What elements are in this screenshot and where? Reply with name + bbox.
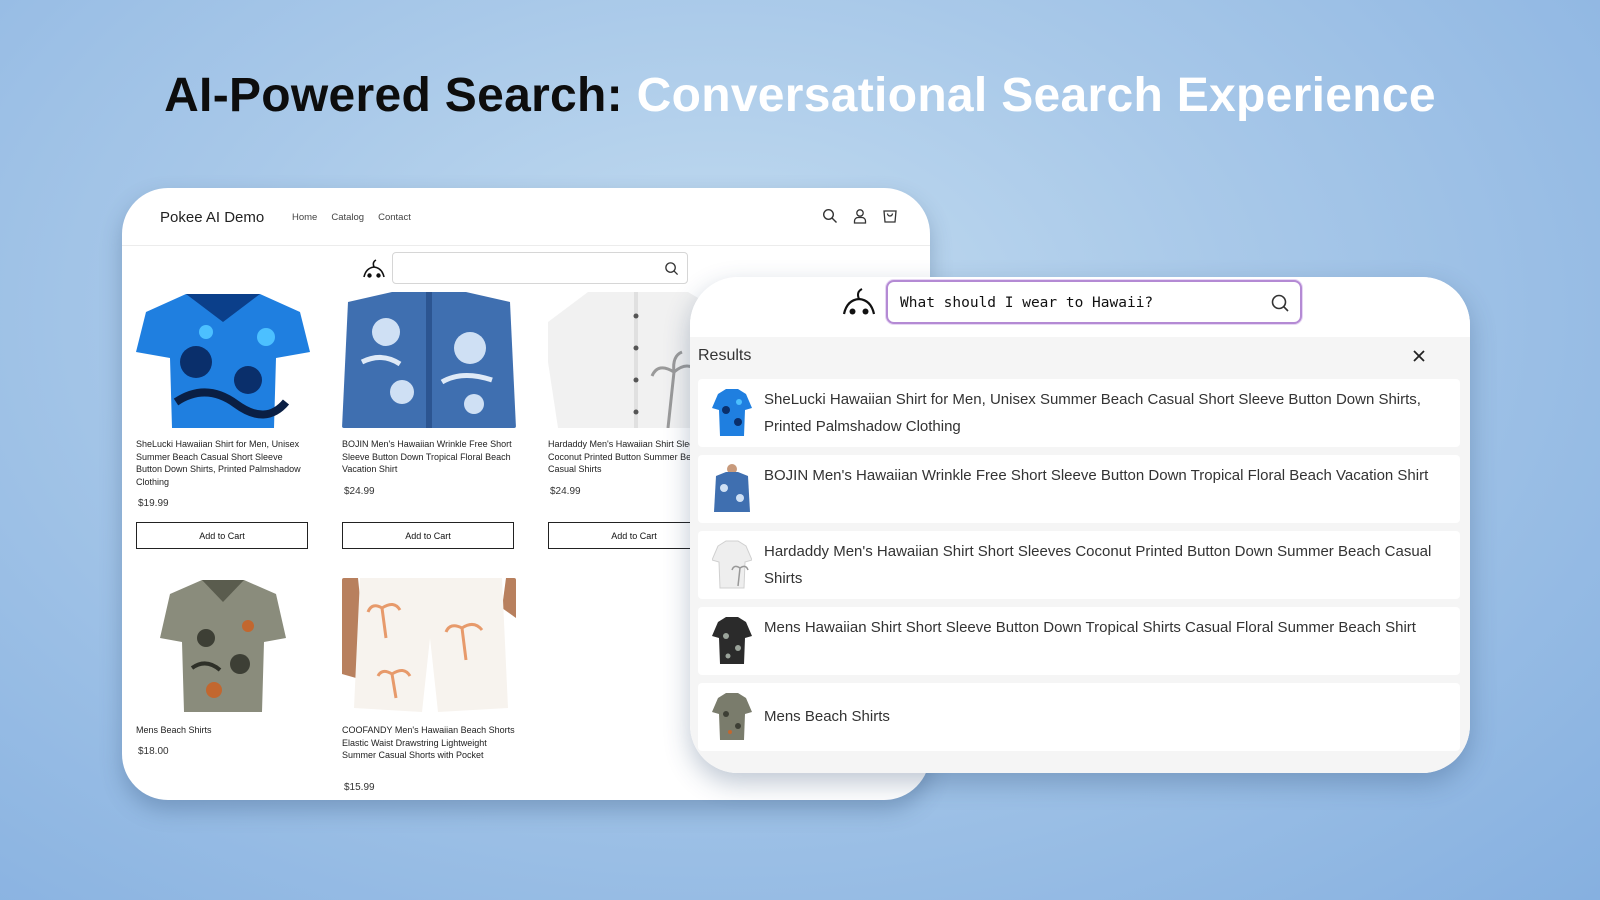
result-item[interactable]: SheLucki Hawaiian Shirt for Men, Unisex … (698, 379, 1460, 447)
headline-part2: Conversational Search Experience (636, 69, 1436, 122)
headline-part1: AI-Powered Search: (164, 69, 623, 122)
result-thumbnail-grey-tropical-shirt (712, 692, 752, 742)
result-title[interactable]: Hardaddy Men's Hawaiian Shirt Short Slee… (764, 539, 1444, 592)
store-search-input[interactable] (392, 252, 688, 284)
account-icon[interactable] (852, 208, 868, 224)
add-to-cart-button[interactable]: Add to Cart (342, 522, 514, 549)
header-icons (822, 208, 898, 224)
result-item[interactable]: Mens Beach Shirts (698, 683, 1460, 751)
close-icon[interactable] (1412, 349, 1426, 363)
store-nav: Home Catalog Contact (292, 212, 411, 223)
result-item[interactable]: Mens Hawaiian Shirt Short Sleeve Button … (698, 607, 1460, 675)
ai-search-bar-row: What should I wear to Hawaii? (690, 277, 1470, 337)
pokee-logo-icon (842, 287, 876, 317)
product-name[interactable]: BOJIN Men's Hawaiian Wrinkle Free Short … (342, 438, 516, 478)
ai-results-window: What should I wear to Hawaii? Results Sh… (690, 277, 1470, 773)
ai-search-input[interactable]: What should I wear to Hawaii? (886, 280, 1302, 324)
product-name[interactable]: Mens Beach Shirts (136, 724, 310, 738)
result-title[interactable]: Mens Beach Shirts (764, 704, 1444, 730)
product-price: $19.99 (138, 498, 169, 509)
product-card: COOFANDY Men's Hawaiian Beach Shorts Ela… (342, 578, 516, 793)
product-card: Mens Beach Shirts $18.00 (136, 578, 310, 757)
ai-search-query[interactable]: What should I wear to Hawaii? (900, 295, 1153, 311)
store-title[interactable]: Pokee AI Demo (160, 209, 264, 226)
store-header: Pokee AI Demo Home Catalog Contact (122, 188, 930, 246)
product-price: $24.99 (344, 486, 375, 497)
product-image-grey-tropical-shirt[interactable] (136, 578, 310, 714)
product-card: BOJIN Men's Hawaiian Wrinkle Free Short … (342, 292, 516, 549)
product-image-white-palm-shorts[interactable] (342, 578, 516, 714)
product-price: $18.00 (138, 746, 169, 757)
nav-home[interactable]: Home (292, 212, 317, 223)
add-to-cart-button[interactable]: Add to Cart (136, 522, 308, 549)
result-item[interactable]: BOJIN Men's Hawaiian Wrinkle Free Short … (698, 455, 1460, 523)
cart-icon[interactable] (882, 208, 898, 224)
product-name[interactable]: SheLucki Hawaiian Shirt for Men, Unisex … (136, 438, 310, 490)
results-panel: Results SheLucki Hawaiian Shirt for Men,… (690, 337, 1470, 773)
product-image-blue-palm-shirt[interactable] (136, 292, 310, 428)
nav-contact[interactable]: Contact (378, 212, 411, 223)
product-name[interactable]: COOFANDY Men's Hawaiian Beach Shorts Ela… (342, 724, 516, 776)
result-thumbnail-blue-palm-shirt (712, 388, 752, 438)
search-icon[interactable] (822, 208, 838, 224)
result-thumbnail-white-coconut-shirt (711, 540, 753, 590)
result-thumbnail-black-floral-shirt (712, 616, 752, 666)
result-item[interactable]: Hardaddy Men's Hawaiian Shirt Short Slee… (698, 531, 1460, 599)
result-title[interactable]: SheLucki Hawaiian Shirt for Men, Unisex … (764, 387, 1444, 440)
search-icon[interactable] (1270, 293, 1290, 313)
result-title[interactable]: Mens Hawaiian Shirt Short Sleeve Button … (764, 615, 1444, 642)
results-heading: Results (698, 347, 752, 364)
product-image-blue-floral-shirt[interactable] (342, 292, 516, 428)
store-search-row (362, 252, 692, 286)
pokee-logo-icon (362, 258, 386, 280)
product-card: SheLucki Hawaiian Shirt for Men, Unisex … (136, 292, 310, 549)
result-thumbnail-blue-floral-shirt (712, 464, 752, 514)
result-title[interactable]: BOJIN Men's Hawaiian Wrinkle Free Short … (764, 463, 1444, 490)
page-headline: AI-Powered Search: Conversational Search… (0, 68, 1600, 123)
product-price: $15.99 (344, 782, 375, 793)
search-icon[interactable] (664, 261, 679, 276)
nav-catalog[interactable]: Catalog (331, 212, 364, 223)
